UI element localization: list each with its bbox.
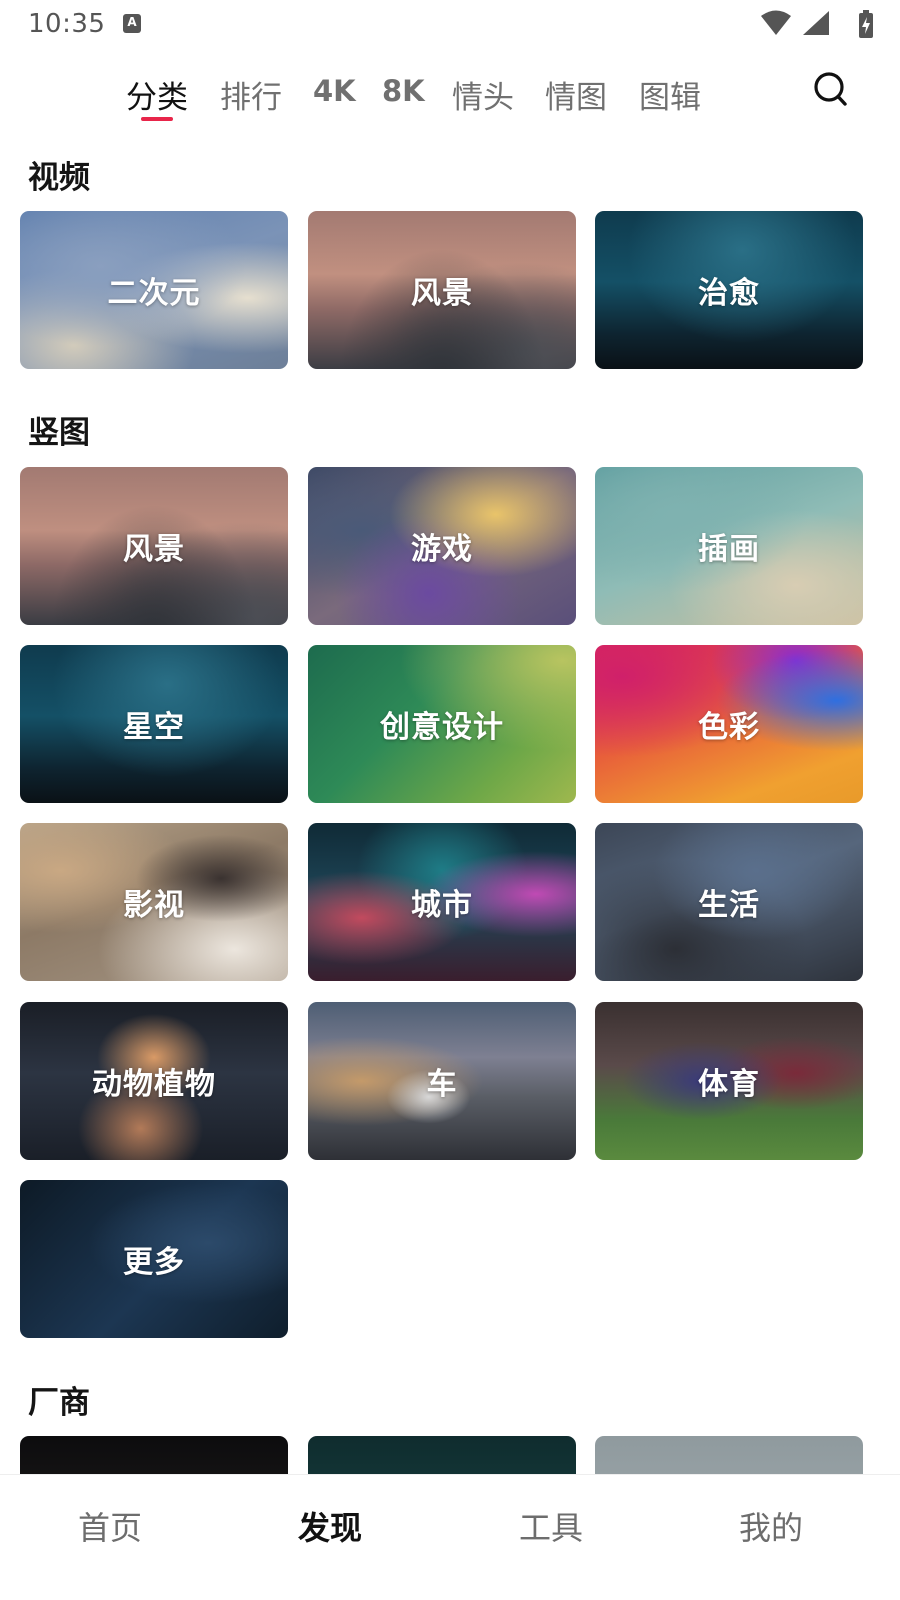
vertical-tile-color[interactable]: 色彩: [595, 645, 863, 803]
tab-tuji[interactable]: 图辑: [639, 72, 701, 117]
vertical-tile-illustration[interactable]: 插画: [595, 467, 863, 625]
tab-qingtou[interactable]: 情头: [452, 72, 514, 117]
vertical-tile-city[interactable]: 城市: [308, 823, 576, 981]
tile-label: 色彩: [698, 710, 760, 745]
video-tile-scenery[interactable]: 风景: [308, 211, 576, 369]
search-icon: [814, 72, 847, 106]
vertical-tile-film-tv[interactable]: 影视: [20, 823, 288, 981]
tile-label: 治愈: [698, 276, 760, 311]
tile-label: 城市: [411, 888, 473, 923]
tab-8k[interactable]: 8K: [382, 74, 425, 108]
tile-label: 插画: [698, 532, 760, 567]
section-title-video: 视频: [28, 160, 90, 196]
nav-home[interactable]: 首页: [50, 1503, 170, 1549]
tile-label: 体育: [698, 1067, 760, 1102]
vertical-tile-sports[interactable]: 体育: [595, 1002, 863, 1160]
notification-icon: A: [123, 14, 141, 33]
status-bar: 10:35 A: [0, 0, 900, 50]
tile-label: 更多: [123, 1245, 185, 1280]
battery-charging-icon: [859, 10, 873, 38]
tile-label: 星空: [123, 710, 185, 745]
category-tab-bar: 分类 排行 4K 8K 情头 情图 图辑: [0, 62, 900, 132]
tab-4k[interactable]: 4K: [313, 74, 356, 108]
tile-label: 车: [426, 1067, 458, 1102]
tile-label: 影视: [123, 888, 185, 923]
tile-label: 创意设计: [380, 710, 504, 745]
vertical-tile-more[interactable]: 更多: [20, 1180, 288, 1338]
video-tile-anime[interactable]: 二次元: [20, 211, 288, 369]
tile-label: 动物植物: [92, 1067, 216, 1102]
nav-mine[interactable]: 我的: [711, 1503, 831, 1549]
tab-paihang[interactable]: 排行: [220, 72, 282, 117]
tile-label: 风景: [411, 276, 473, 311]
cellular-signal-icon: [803, 11, 829, 35]
vertical-tile-starry-sky[interactable]: 星空: [20, 645, 288, 803]
tile-label: 生活: [698, 888, 760, 923]
vertical-tile-creative-design[interactable]: 创意设计: [308, 645, 576, 803]
vertical-tile-game[interactable]: 游戏: [308, 467, 576, 625]
vertical-tile-animals-plants[interactable]: 动物植物: [20, 1002, 288, 1160]
bottom-navigation: 首页 发现 工具 我的: [0, 1474, 900, 1600]
tile-label: 二次元: [107, 276, 201, 311]
nav-discover[interactable]: 发现: [270, 1503, 390, 1549]
tab-fenlei[interactable]: 分类: [126, 72, 188, 117]
vertical-tile-life[interactable]: 生活: [595, 823, 863, 981]
nav-tools[interactable]: 工具: [491, 1503, 611, 1549]
wifi-icon: [761, 10, 791, 35]
tile-label: 风景: [123, 532, 185, 567]
tab-qingtu[interactable]: 情图: [545, 72, 607, 117]
section-title-vertical: 竖图: [28, 415, 90, 451]
vertical-tile-car[interactable]: 车: [308, 1002, 576, 1160]
status-time: 10:35: [28, 9, 106, 39]
video-tile-healing[interactable]: 治愈: [595, 211, 863, 369]
active-tab-indicator: [141, 117, 173, 121]
tile-label: 游戏: [411, 532, 473, 567]
section-title-vendor: 厂商: [28, 1385, 90, 1421]
search-button[interactable]: [812, 70, 850, 110]
vertical-tile-scenery[interactable]: 风景: [20, 467, 288, 625]
